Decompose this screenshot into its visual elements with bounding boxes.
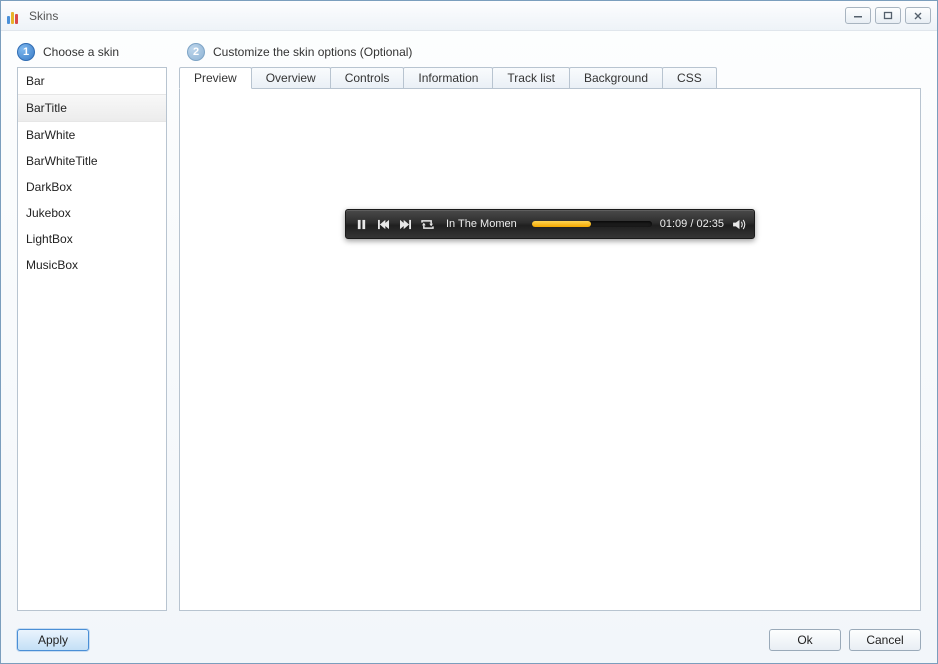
steps-row: 1 Choose a skin 2 Customize the skin opt… [17,43,921,61]
right-pane: PreviewOverviewControlsInformationTrack … [179,67,921,611]
window-frame: Skins 1 Choose a skin 2 Customize the sk… [0,0,938,664]
window-controls [845,7,931,24]
main-row: BarBarTitleBarWhiteBarWhiteTitleDarkBoxJ… [17,67,921,611]
progress-fill [532,221,591,227]
close-button[interactable] [905,7,931,24]
skin-item-barwhitetitle[interactable]: BarWhiteTitle [18,148,166,174]
previous-track-button[interactable] [376,217,390,231]
skin-item-bar[interactable]: Bar [18,68,166,94]
player-bar: In The Momen 01:09 / 02:35 [345,209,755,239]
tab-information[interactable]: Information [403,67,493,88]
player-track-title: In The Momen [446,218,524,230]
step-one: 1 Choose a skin [17,43,167,61]
tab-background[interactable]: Background [569,67,663,88]
footer: Apply Ok Cancel [1,619,937,663]
repeat-button[interactable] [420,217,434,231]
minimize-button[interactable] [845,7,871,24]
content-area: 1 Choose a skin 2 Customize the skin opt… [1,31,937,619]
step-two-label: Customize the skin options (Optional) [213,45,412,59]
ok-button[interactable]: Ok [769,629,841,651]
tab-overview[interactable]: Overview [251,67,331,88]
skin-item-lightbox[interactable]: LightBox [18,226,166,252]
cancel-button[interactable]: Cancel [849,629,921,651]
tab-preview[interactable]: Preview [179,67,252,89]
step-one-label: Choose a skin [43,45,119,59]
player-time: 01:09 / 02:35 [660,218,724,230]
skin-item-jukebox[interactable]: Jukebox [18,200,166,226]
step-one-badge: 1 [17,43,35,61]
step-two-badge: 2 [187,43,205,61]
skin-list[interactable]: BarBarTitleBarWhiteBarWhiteTitleDarkBoxJ… [17,67,167,611]
skin-item-bartitle[interactable]: BarTitle [18,94,166,122]
tab-controls[interactable]: Controls [330,67,405,88]
tabs: PreviewOverviewControlsInformationTrack … [179,67,921,88]
pause-button[interactable] [354,217,368,231]
window-title: Skins [29,9,845,23]
apply-button[interactable]: Apply [17,629,89,651]
skin-item-darkbox[interactable]: DarkBox [18,174,166,200]
skin-item-barwhite[interactable]: BarWhite [18,122,166,148]
step-two: 2 Customize the skin options (Optional) [187,43,412,61]
titlebar[interactable]: Skins [1,1,937,31]
progress-track[interactable] [532,221,652,227]
tab-content-preview: In The Momen 01:09 / 02:35 [179,88,921,611]
skin-item-musicbox[interactable]: MusicBox [18,252,166,278]
tab-css[interactable]: CSS [662,67,717,88]
volume-icon[interactable] [732,217,746,231]
next-track-button[interactable] [398,217,412,231]
maximize-button[interactable] [875,7,901,24]
app-icon [7,8,23,24]
tab-track-list[interactable]: Track list [492,67,570,88]
